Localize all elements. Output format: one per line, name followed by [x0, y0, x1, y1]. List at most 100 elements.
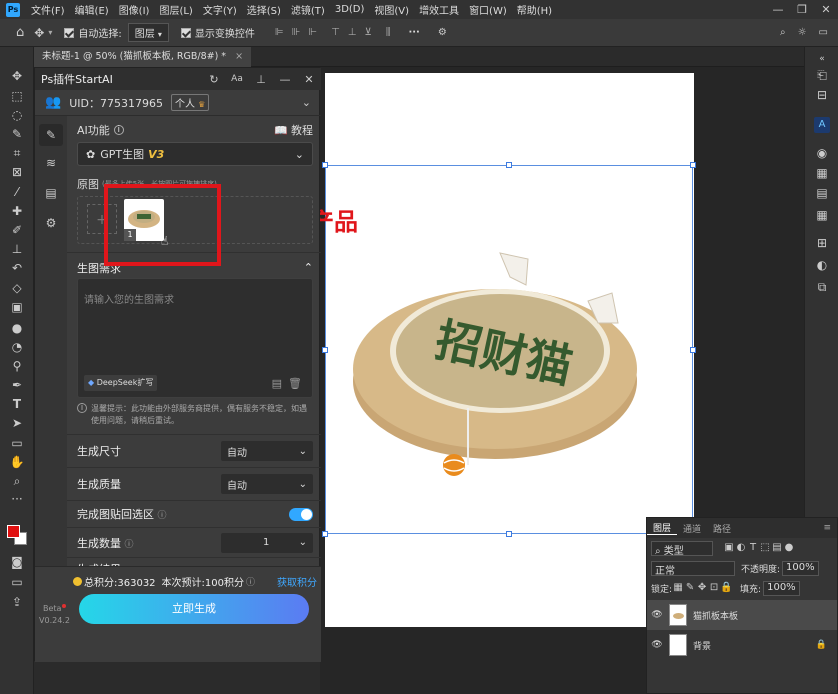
brush-tool-icon[interactable]: ✐ — [0, 221, 34, 239]
generate-button[interactable]: 立即生成 — [79, 594, 309, 624]
align-hcenter-icon[interactable]: ⊪ — [292, 27, 301, 38]
filter-pixel-icon[interactable]: ▣ — [723, 542, 735, 554]
tips-icon[interactable]: ☼ — [798, 27, 807, 38]
layer-name[interactable]: 猫抓板本板 — [693, 609, 738, 622]
panel-menu-icon[interactable]: ≡ — [823, 523, 831, 533]
marquee-tool-icon[interactable]: ⬚ — [0, 87, 34, 105]
expand-account-icon[interactable]: ⌄ — [302, 96, 311, 109]
size-dropdown[interactable]: 自动 ⌄ — [221, 441, 313, 461]
lock-position-icon[interactable]: ✥ — [696, 582, 708, 594]
count-dropdown[interactable]: 1 ⌄ — [221, 532, 313, 553]
history-panel-icon[interactable]: ⎗ — [805, 65, 838, 85]
menu-filter[interactable]: 滤镜(T) — [286, 2, 330, 17]
more-options-icon[interactable]: ··· — [408, 27, 419, 38]
healing-tool-icon[interactable]: ✚ — [0, 202, 34, 220]
quick-select-tool-icon[interactable]: ✎ — [0, 125, 34, 143]
settings-nav-icon[interactable]: ⚙ — [35, 212, 67, 234]
refresh-icon[interactable]: ↻ — [203, 73, 225, 86]
zoom-tool-icon[interactable]: ⌕ — [0, 472, 34, 490]
pen-tool-icon[interactable]: ✒ — [0, 376, 34, 394]
tab-layers[interactable]: 图层 — [647, 521, 678, 535]
frame-tool-icon[interactable]: ⊠ — [0, 163, 34, 181]
tab-paths[interactable]: 路径 — [707, 522, 737, 535]
path-select-tool-icon[interactable]: ➤ — [0, 414, 34, 432]
swatches-panel-icon[interactable]: ▦ — [805, 163, 838, 183]
layer-row[interactable]: 👁 背景 🔒 — [647, 630, 837, 660]
screen-mode-icon[interactable]: ▭ — [0, 573, 34, 591]
lock-transparent-icon[interactable]: ▦ — [672, 582, 684, 594]
transform-handle[interactable] — [690, 162, 696, 168]
align-left-icon[interactable]: ⊫ — [275, 27, 284, 38]
trash-icon[interactable]: 🗑 — [288, 377, 302, 390]
layers-nav-icon[interactable]: ≋ — [35, 152, 67, 174]
transform-handle[interactable] — [690, 347, 696, 353]
adjustments-panel-icon[interactable]: ◐ — [805, 255, 838, 275]
info-icon[interactable]: ⓘ — [125, 540, 134, 550]
menu-image[interactable]: 图像(I) — [114, 2, 155, 17]
blend-mode-dropdown[interactable]: 正常 — [651, 560, 735, 577]
gradients-panel-icon[interactable]: ▤ — [805, 183, 838, 203]
menu-edit[interactable]: 编辑(E) — [70, 2, 114, 17]
align-top-icon[interactable]: ⊤ — [331, 27, 340, 38]
stamp-tool-icon[interactable]: ⊥ — [0, 240, 34, 258]
minimize-panel-icon[interactable]: — — [273, 73, 297, 86]
transform-handle[interactable] — [322, 162, 328, 168]
document-canvas[interactable]: 招财猫 — [322, 73, 696, 627]
search-icon[interactable]: ⌕ — [780, 27, 786, 38]
model-dropdown[interactable]: ✿ GPT生图 V3 ⌄ — [77, 142, 313, 166]
hand-tool-icon[interactable]: ✋ — [0, 453, 34, 471]
filter-smart-icon[interactable]: ▤ — [771, 542, 783, 554]
history-icon[interactable]: ▤ — [272, 377, 282, 390]
crop-tool-icon[interactable]: ⌗ — [0, 144, 34, 162]
gradient-tool-icon[interactable]: ▣ — [0, 298, 34, 316]
properties-panel-icon[interactable]: ⊟ — [805, 85, 838, 105]
prompt-textarea[interactable]: 请输入您的生图需求 ◆ DeepSeek扩写 ▤ 🗑 — [77, 278, 313, 398]
visibility-eye-icon[interactable]: 👁 — [647, 640, 667, 650]
layer-row[interactable]: 👁 猫抓板本板 — [647, 600, 837, 630]
transform-handle[interactable] — [506, 162, 512, 168]
eyedropper-tool-icon[interactable]: ⁄ — [0, 183, 34, 201]
foreground-color-swatch[interactable] — [7, 525, 20, 538]
align-vcenter-icon[interactable]: ⊥ — [348, 27, 357, 38]
close-tab-icon[interactable]: × — [235, 51, 243, 62]
paste-back-toggle[interactable] — [289, 507, 313, 521]
lock-all-icon[interactable]: 🔒 — [720, 582, 732, 594]
opacity-input[interactable]: 100% — [782, 560, 819, 576]
lasso-tool-icon[interactable]: ◌ — [0, 106, 34, 124]
filter-shape-icon[interactable]: ⬚ — [759, 542, 771, 554]
eraser-tool-icon[interactable]: ◇ — [0, 279, 34, 297]
ps-logo-icon[interactable]: Ps — [6, 2, 20, 17]
type-tool-icon[interactable]: T — [0, 395, 34, 413]
close-panel-icon[interactable]: ✕ — [297, 73, 321, 86]
restore-icon[interactable]: ❐ — [790, 3, 814, 16]
quick-mask-icon[interactable]: ◙ — [0, 553, 34, 571]
quality-dropdown[interactable]: 自动 ⌄ — [221, 474, 313, 494]
edit-nav-icon[interactable]: ✎ — [39, 124, 63, 146]
transform-handle[interactable] — [322, 531, 328, 537]
minimize-icon[interactable]: — — [766, 3, 790, 16]
home-icon[interactable]: ⌂ — [16, 25, 24, 40]
align-right-icon[interactable]: ⊩ — [308, 27, 317, 38]
distribute-icon[interactable]: ⫼ — [386, 27, 391, 38]
gear-icon[interactable]: ⚙ — [438, 27, 447, 38]
patterns-panel-icon[interactable]: ▦ — [805, 205, 838, 225]
blur-tool-icon[interactable]: ● — [0, 319, 34, 337]
document-tab[interactable]: 未标题-1 @ 50% (猫抓板本板, RGB/8#) * × — [34, 47, 252, 67]
menu-3d[interactable]: 3D(D) — [330, 4, 370, 15]
dodge-tool-icon[interactable]: ◔ — [0, 338, 34, 356]
more-tools-icon[interactable]: ··· — [0, 490, 34, 508]
deepseek-button[interactable]: ◆ DeepSeek扩写 — [84, 375, 158, 391]
filter-type-icon[interactable]: T — [747, 542, 759, 554]
align-bottom-icon[interactable]: ⊻ — [365, 27, 372, 38]
close-window-icon[interactable]: ✕ — [814, 3, 838, 16]
transform-handle[interactable] — [506, 531, 512, 537]
show-transform-checkbox[interactable] — [180, 27, 191, 38]
menu-help[interactable]: 帮助(H) — [512, 2, 557, 17]
burn-tool-icon[interactable]: ⚲ — [0, 357, 34, 375]
filter-toggle-icon[interactable]: ● — [783, 542, 795, 554]
menu-select[interactable]: 选择(S) — [242, 2, 286, 17]
menu-window[interactable]: 窗口(W) — [464, 2, 512, 17]
tab-channels[interactable]: 通道 — [677, 522, 707, 535]
menu-plugins[interactable]: 增效工具 — [414, 2, 464, 17]
info-icon[interactable]: i — [113, 125, 124, 135]
